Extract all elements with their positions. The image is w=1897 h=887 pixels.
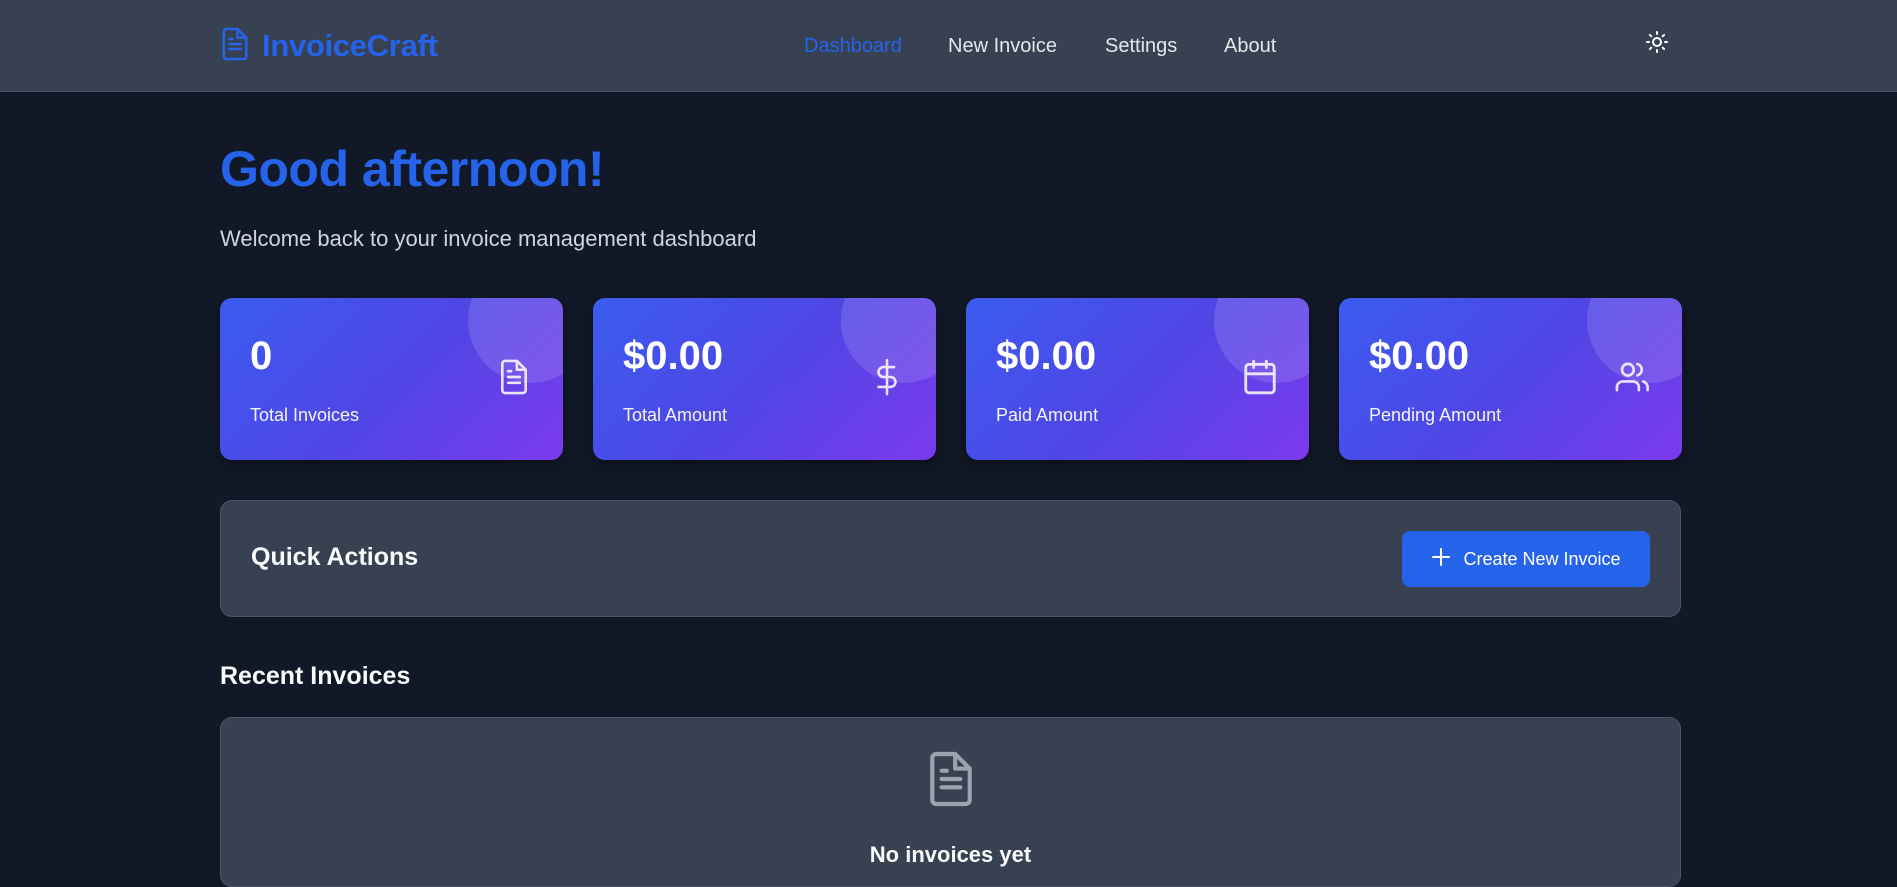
document-icon [495, 358, 533, 396]
sun-icon [1645, 30, 1669, 59]
dashboard-subtitle: Welcome back to your invoice management … [220, 226, 757, 251]
stat-value: 0 [250, 334, 273, 378]
recent-invoices-title: Recent Invoices [220, 662, 411, 690]
theme-toggle-button[interactable] [1642, 29, 1672, 59]
nav-dashboard[interactable]: Dashboard [804, 30, 902, 62]
recent-invoices-panel: No invoices yet [220, 717, 1681, 887]
stat-card-total-invoices: 0 Total Invoices [220, 298, 563, 460]
top-navbar: InvoiceCraft Dashboard New Invoice Setti… [0, 0, 1897, 92]
calendar-icon [1241, 358, 1279, 396]
nav-new-invoice[interactable]: New Invoice [948, 30, 1057, 62]
stat-card-total-amount: $0.00 Total Amount [593, 298, 936, 460]
stat-card-pending-amount: $0.00 Pending Amount [1339, 298, 1682, 460]
greeting-heading: Good afternoon! [220, 141, 605, 197]
stat-value: $0.00 [996, 334, 1097, 378]
main-nav: Dashboard New Invoice Settings About [0, 30, 1897, 62]
quick-actions-title: Quick Actions [251, 543, 419, 571]
stat-label: Total Invoices [250, 405, 360, 425]
quick-actions-panel: Quick Actions Create New Invoice [220, 500, 1681, 617]
stat-label: Total Amount [623, 405, 728, 425]
stat-label: Paid Amount [996, 405, 1099, 425]
dollar-icon [868, 358, 906, 396]
plus-icon [1431, 547, 1451, 572]
create-new-invoice-button[interactable]: Create New Invoice [1402, 531, 1650, 587]
create-new-invoice-label: Create New Invoice [1463, 548, 1621, 569]
stat-value: $0.00 [623, 334, 724, 378]
empty-state-title: No invoices yet [869, 842, 1032, 867]
users-icon [1614, 358, 1652, 396]
nav-settings[interactable]: Settings [1105, 30, 1177, 62]
nav-about[interactable]: About [1224, 30, 1276, 62]
stat-card-paid-amount: $0.00 Paid Amount [966, 298, 1309, 460]
stat-label: Pending Amount [1369, 405, 1502, 425]
stat-value: $0.00 [1369, 334, 1470, 378]
document-icon [921, 748, 981, 810]
